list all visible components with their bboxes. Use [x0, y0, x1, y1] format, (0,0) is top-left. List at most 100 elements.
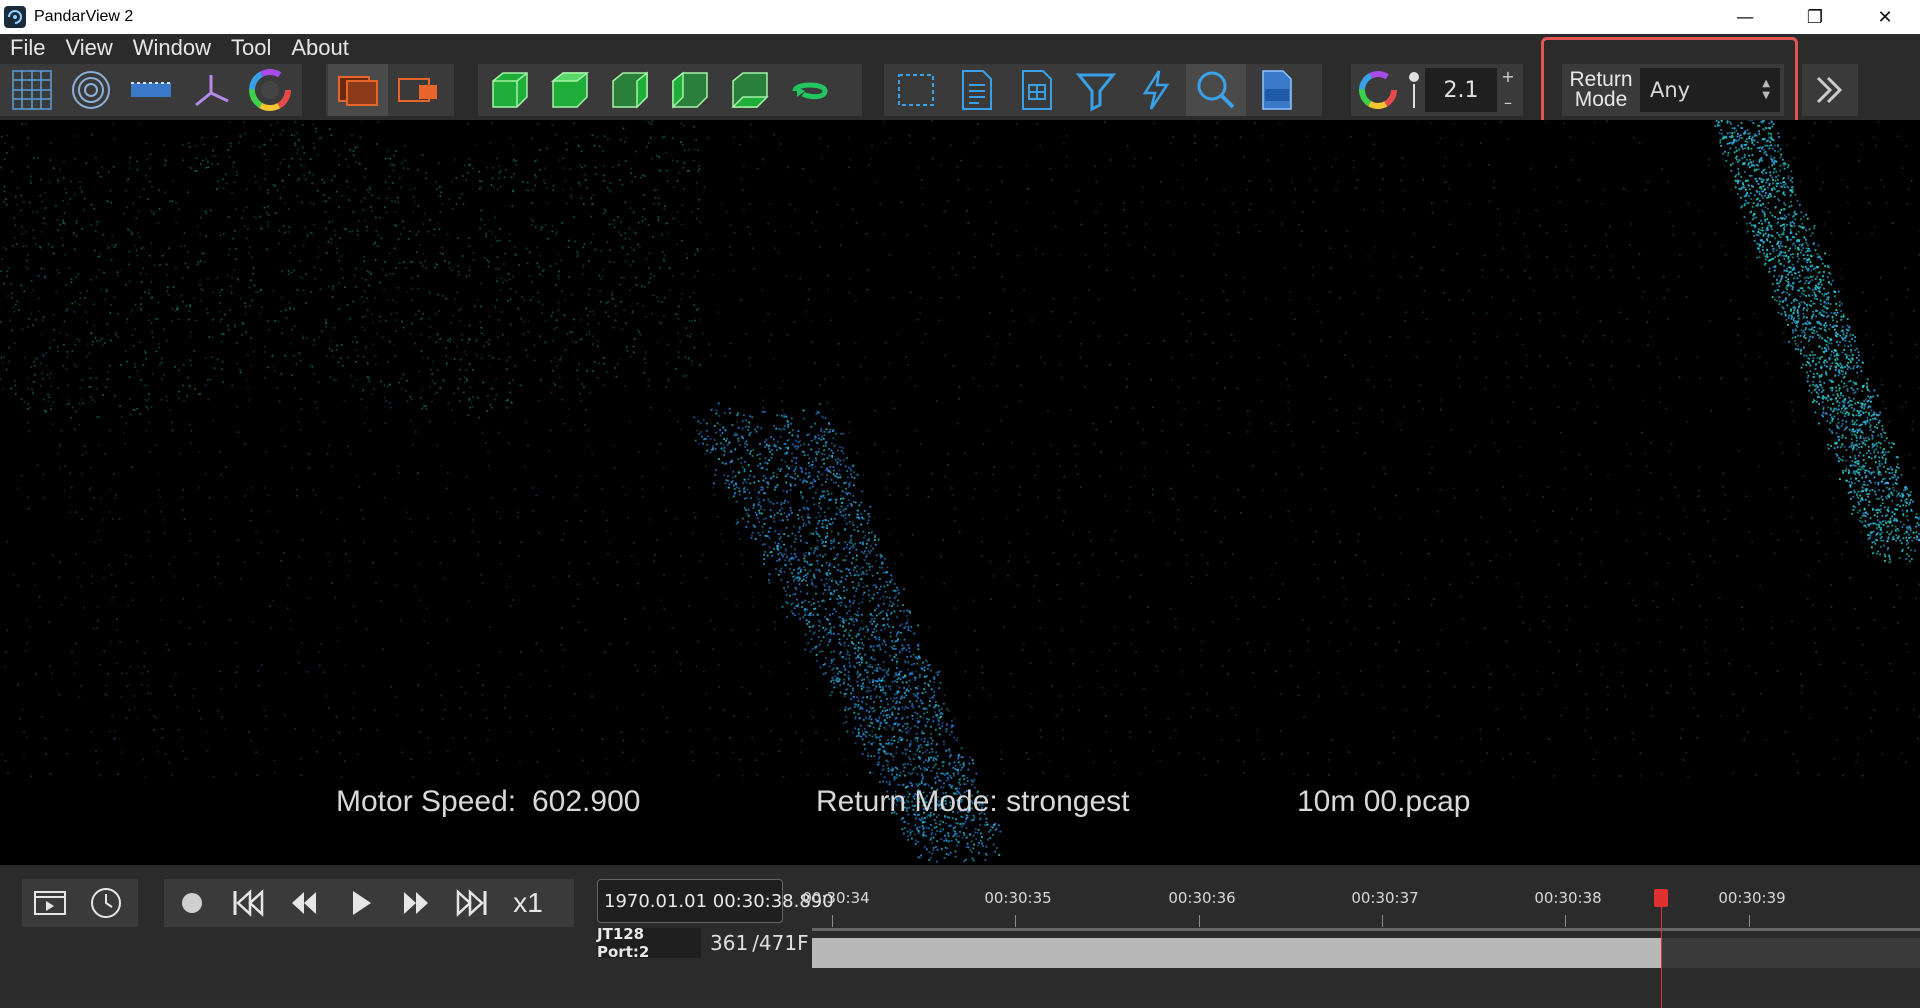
- select-region-button[interactable]: [886, 64, 946, 116]
- menu-file[interactable]: File: [0, 34, 55, 62]
- filter-button[interactable]: [1066, 64, 1126, 116]
- frame-progress-bar[interactable]: [812, 938, 1920, 968]
- close-button[interactable]: ✕: [1850, 0, 1920, 34]
- playhead-handle[interactable]: [1654, 889, 1668, 907]
- point-size-decrease-button[interactable]: –: [1504, 94, 1512, 112]
- window-title: PandarView 2: [34, 8, 134, 25]
- point-size-increase-button[interactable]: +: [1501, 68, 1514, 86]
- point-size-input[interactable]: 2.1: [1425, 68, 1497, 112]
- ruler-button[interactable]: [121, 64, 181, 116]
- layer-arrow-icon: [398, 78, 437, 102]
- cube-front-icon: [492, 72, 528, 108]
- point-size-control: 2.1 + –: [1425, 64, 1519, 116]
- spin-arrows-icon[interactable]: ▲ ▼: [1762, 78, 1770, 102]
- table-document-icon: [1022, 70, 1052, 110]
- skip-start-icon: [233, 889, 264, 917]
- toolbar-camera-group: [478, 64, 862, 116]
- cube-bottom-icon: [731, 72, 769, 108]
- tick-label: 00:30:39: [1718, 889, 1786, 907]
- pcd-export-button[interactable]: [1246, 64, 1306, 116]
- minimize-button[interactable]: —: [1710, 0, 1780, 34]
- tick-label: 00:30:38: [1534, 889, 1602, 907]
- title-bar: PandarView 2 — ❐ ✕: [0, 0, 1920, 34]
- frame-counter: 361 /471F: [710, 928, 809, 958]
- table-view-button[interactable]: [1006, 64, 1066, 116]
- pandarview-logo-icon: [4, 6, 26, 28]
- ruler-icon: [130, 82, 171, 97]
- stacked-layers-icon: [338, 76, 378, 106]
- view-front-button[interactable]: [480, 64, 540, 116]
- playhead-line: [1661, 907, 1662, 1008]
- restore-button[interactable]: ❐: [1780, 0, 1850, 34]
- rewind-icon: [292, 892, 316, 914]
- view-bottom-button[interactable]: [720, 64, 780, 116]
- playback-speed[interactable]: x1: [500, 887, 556, 919]
- app-window: PandarView 2 — ❐ ✕ File View Window Tool…: [0, 0, 1920, 1008]
- view-side-button[interactable]: [600, 64, 660, 116]
- timestamp-display[interactable]: 1970.01.01 00:30:38.890: [597, 879, 834, 923]
- tick-label: 00:30:35: [984, 889, 1052, 907]
- cube-side-icon: [612, 71, 648, 109]
- timeline[interactable]: 00:30:34 00:30:35 00:30:36 00:30:37 00:3…: [802, 875, 1920, 1008]
- play-icon: [353, 891, 371, 915]
- view-left-button[interactable]: [660, 64, 720, 116]
- more-tools-button[interactable]: [1802, 64, 1858, 116]
- search-button[interactable]: [1186, 64, 1246, 116]
- cube-left-icon: [672, 71, 708, 109]
- play-button[interactable]: [332, 879, 388, 927]
- playback-panel: x1 1970.01.01 00:30:38.890 JT128 Port:2 …: [0, 865, 1920, 1008]
- fast-forward-button[interactable]: [388, 879, 444, 927]
- point-cloud-viewport[interactable]: Motor Speed: 602.900 Return Mode: strong…: [0, 120, 1920, 865]
- color-map-button[interactable]: [1353, 64, 1403, 116]
- skip-to-end-button[interactable]: [444, 879, 500, 927]
- time-mode-button[interactable]: [78, 879, 134, 927]
- menu-tool[interactable]: Tool: [221, 34, 281, 62]
- rotate-view-button[interactable]: [780, 64, 840, 116]
- return-mode-label-line2: Mode: [1574, 88, 1628, 111]
- color-wheel-icon: [249, 69, 292, 111]
- timeline-tick: [1382, 915, 1383, 927]
- rewind-button[interactable]: [276, 879, 332, 927]
- frame-current[interactable]: 361: [710, 931, 748, 955]
- filter-funnel-icon: [1075, 73, 1117, 112]
- color-wheel-button[interactable]: [240, 64, 300, 116]
- axes-button[interactable]: [181, 64, 241, 116]
- menu-about[interactable]: About: [281, 34, 359, 62]
- frame-progress-fill: [812, 938, 1661, 968]
- tick-label: 00:30:37: [1351, 889, 1419, 907]
- point-size-icon: [1403, 64, 1425, 116]
- quick-action-button[interactable]: [1126, 64, 1186, 116]
- point-cloud-render: [0, 120, 1920, 863]
- polar-grid-button[interactable]: [62, 64, 122, 116]
- layer-export-button[interactable]: [388, 64, 448, 116]
- video-mode-button[interactable]: [22, 879, 78, 927]
- skip-end-icon: [456, 889, 487, 917]
- return-mode-select[interactable]: Any ▲ ▼: [1640, 68, 1780, 112]
- clock-icon: [91, 888, 121, 918]
- pcd-file-icon: [1262, 70, 1292, 110]
- timeline-tick: [832, 915, 833, 927]
- cube-top-icon: [550, 72, 590, 108]
- menu-window[interactable]: Window: [123, 34, 221, 62]
- record-button[interactable]: [164, 879, 220, 927]
- rotate-arrow-icon: [792, 82, 828, 100]
- grid-button[interactable]: [2, 64, 62, 116]
- motor-speed-label: Motor Speed:: [336, 785, 517, 818]
- menu-view[interactable]: View: [55, 34, 122, 62]
- double-chevron-right-icon: [1816, 76, 1843, 104]
- skip-to-start-button[interactable]: [220, 879, 276, 927]
- toolbar-view-group: [0, 64, 302, 116]
- grid-icon: [12, 70, 52, 110]
- search-icon: [1197, 71, 1235, 109]
- timeline-tick: [1199, 915, 1200, 927]
- point-list-button[interactable]: [946, 64, 1006, 116]
- layer-view-button[interactable]: [328, 64, 388, 116]
- device-port-label[interactable]: JT128 Port:2: [597, 925, 701, 961]
- concentric-circles-icon: [72, 71, 111, 109]
- list-document-icon: [962, 70, 992, 110]
- playback-controls: x1: [164, 879, 574, 927]
- timeline-tick: [1015, 915, 1016, 927]
- toolbar-tools-group: [884, 64, 1322, 116]
- view-top-button[interactable]: [540, 64, 600, 116]
- return-mode-control: Return Mode Any ▲ ▼: [1562, 64, 1784, 116]
